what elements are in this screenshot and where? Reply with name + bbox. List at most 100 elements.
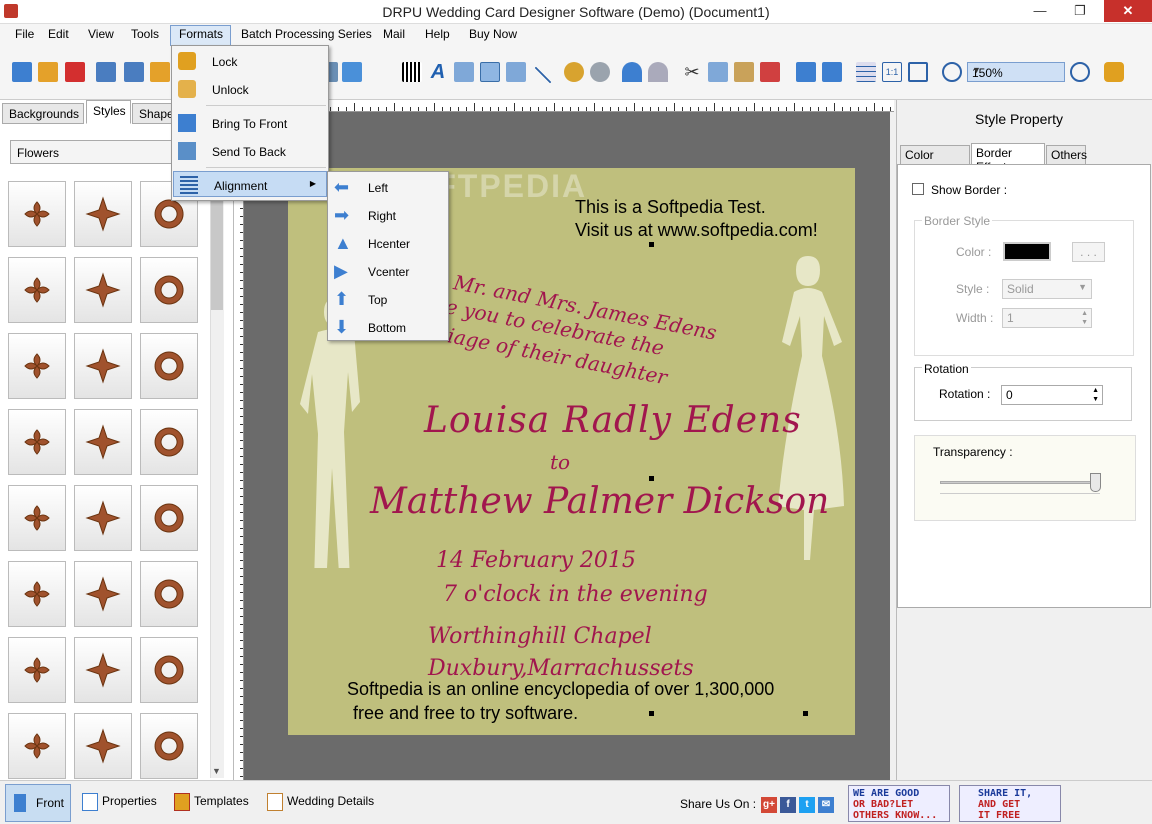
- menu-item-unlock[interactable]: Unlock: [172, 76, 328, 102]
- style-tile[interactable]: [8, 713, 66, 779]
- menu-item-bring-to-front[interactable]: Bring To Front: [172, 110, 328, 136]
- menu-item-alignment[interactable]: Alignment ▶: [173, 171, 327, 197]
- zoom-select[interactable]: 150% ▼: [967, 62, 1065, 82]
- style-tile[interactable]: [140, 409, 198, 475]
- export-icon[interactable]: [150, 62, 170, 82]
- zoom-in-icon[interactable]: [942, 62, 962, 82]
- menu-file[interactable]: File: [13, 27, 36, 41]
- style-tile[interactable]: [140, 485, 198, 551]
- groom-name[interactable]: Matthew Palmer Dickson: [370, 481, 829, 522]
- cut-icon[interactable]: ✂: [682, 62, 702, 82]
- tab-border-effect[interactable]: Border Effect: [971, 143, 1045, 174]
- menu-item-align-left[interactable]: ⬅ Left: [328, 174, 448, 200]
- color-picker-button[interactable]: . . .: [1072, 242, 1105, 262]
- selection-handle[interactable]: [649, 476, 654, 481]
- tab-color-effects[interactable]: Color Effects: [900, 145, 970, 176]
- save-icon[interactable]: [96, 62, 116, 82]
- style-tile[interactable]: [74, 257, 132, 323]
- selection-handle[interactable]: [803, 711, 808, 716]
- minimize-button[interactable]: —: [1024, 0, 1056, 22]
- style-tile[interactable]: [74, 561, 132, 627]
- venue-line1[interactable]: Worthinghill Chapel: [428, 624, 652, 649]
- show-border-checkbox[interactable]: [912, 183, 924, 195]
- twitter-icon[interactable]: t: [799, 797, 815, 813]
- to-text[interactable]: to: [550, 450, 570, 474]
- tab-styles[interactable]: Styles: [86, 100, 131, 124]
- templates-button[interactable]: Templates: [168, 784, 254, 818]
- selection-handle[interactable]: [649, 711, 654, 716]
- menu-item-align-bottom[interactable]: ⬇ Bottom: [328, 314, 448, 340]
- paste-icon[interactable]: [734, 62, 754, 82]
- save-as-icon[interactable]: [124, 62, 144, 82]
- actual-size-icon[interactable]: 1:1: [882, 62, 902, 82]
- style-tile[interactable]: [8, 181, 66, 247]
- test-text-line1[interactable]: This is a Softpedia Test.: [575, 197, 766, 218]
- style-tile[interactable]: [140, 333, 198, 399]
- footer-line2[interactable]: free and free to try software.: [353, 703, 578, 724]
- grid-icon[interactable]: [856, 62, 876, 82]
- menu-formats[interactable]: Formats: [177, 27, 225, 41]
- test-text-line2[interactable]: Visit us at www.softpedia.com!: [575, 220, 818, 241]
- redo-icon[interactable]: [648, 62, 668, 82]
- scroll-down-icon[interactable]: ▼: [212, 766, 221, 776]
- style-tile[interactable]: [140, 257, 198, 323]
- menu-tools[interactable]: Tools: [129, 27, 161, 41]
- delete-icon[interactable]: [760, 62, 780, 82]
- undo-icon[interactable]: [622, 62, 642, 82]
- close-button[interactable]: ✕: [1104, 0, 1152, 22]
- signature-icon[interactable]: [480, 62, 500, 82]
- menu-item-send-to-back[interactable]: Send To Back: [172, 138, 328, 164]
- style-tile[interactable]: [8, 485, 66, 551]
- style-tile[interactable]: [8, 409, 66, 475]
- menu-item-lock[interactable]: Lock: [172, 48, 328, 74]
- share-banner[interactable]: SHARE IT, AND GET IT FREE: [959, 785, 1061, 822]
- width-stepper[interactable]: 1 ▲ ▼: [1002, 308, 1092, 328]
- style-tile[interactable]: [140, 561, 198, 627]
- bring-forward-icon[interactable]: [796, 62, 816, 82]
- properties-button[interactable]: Properties: [76, 784, 162, 818]
- style-tile[interactable]: [74, 637, 132, 703]
- send-backward-icon[interactable]: [822, 62, 842, 82]
- line-icon[interactable]: [534, 66, 552, 84]
- style-tile[interactable]: [8, 637, 66, 703]
- rotation-stepper[interactable]: 0 ▲ ▼: [1001, 385, 1103, 405]
- style-tile[interactable]: [140, 637, 198, 703]
- mail-icon[interactable]: [506, 62, 526, 82]
- zoom-out-icon[interactable]: [1070, 62, 1090, 82]
- selection-handle[interactable]: [649, 242, 654, 247]
- tab-others[interactable]: Others: [1046, 145, 1087, 165]
- style-tile[interactable]: [74, 485, 132, 551]
- style-tile[interactable]: [8, 333, 66, 399]
- share-icon[interactable]: ✉: [818, 797, 834, 813]
- new-icon[interactable]: [12, 62, 32, 82]
- lock-toolbar-icon[interactable]: [1104, 62, 1124, 82]
- facebook-icon[interactable]: f: [780, 797, 796, 813]
- menu-item-align-right[interactable]: ➡ Right: [328, 202, 448, 228]
- color-swatch[interactable]: [1003, 242, 1051, 261]
- style-tile[interactable]: [74, 713, 132, 779]
- menu-buy-now[interactable]: Buy Now: [467, 27, 519, 41]
- menu-batch-processing[interactable]: Batch Processing Series: [239, 27, 374, 41]
- scrollbar-thumb[interactable]: [211, 185, 223, 310]
- close-doc-icon[interactable]: [65, 62, 85, 82]
- googleplus-icon[interactable]: g+: [761, 797, 777, 813]
- tab-shapes[interactable]: Shapes: [132, 103, 172, 124]
- menu-help[interactable]: Help: [423, 27, 452, 41]
- menu-item-align-vcenter[interactable]: ▶ Vcenter: [328, 258, 448, 284]
- picture-icon[interactable]: [342, 62, 362, 82]
- transparency-slider-thumb[interactable]: [1090, 473, 1101, 492]
- event-time[interactable]: 7 o'clock in the evening: [443, 582, 708, 607]
- style-tile[interactable]: [140, 713, 198, 779]
- style-tile[interactable]: [8, 561, 66, 627]
- menu-item-align-hcenter[interactable]: ▲ Hcenter: [328, 230, 448, 256]
- wordart-icon[interactable]: [454, 62, 474, 82]
- text-icon[interactable]: A: [428, 62, 448, 82]
- copy-icon[interactable]: [708, 62, 728, 82]
- feedback-banner[interactable]: WE ARE GOOD OR BAD?LET OTHERS KNOW...: [848, 785, 950, 822]
- style-tile[interactable]: [8, 257, 66, 323]
- style-tile[interactable]: [74, 333, 132, 399]
- venue-line2[interactable]: Duxbury,Marrachussets: [428, 656, 694, 681]
- barcode-icon[interactable]: [402, 62, 422, 82]
- transparency-slider-track[interactable]: [940, 481, 1100, 484]
- database-icon[interactable]: [564, 62, 584, 82]
